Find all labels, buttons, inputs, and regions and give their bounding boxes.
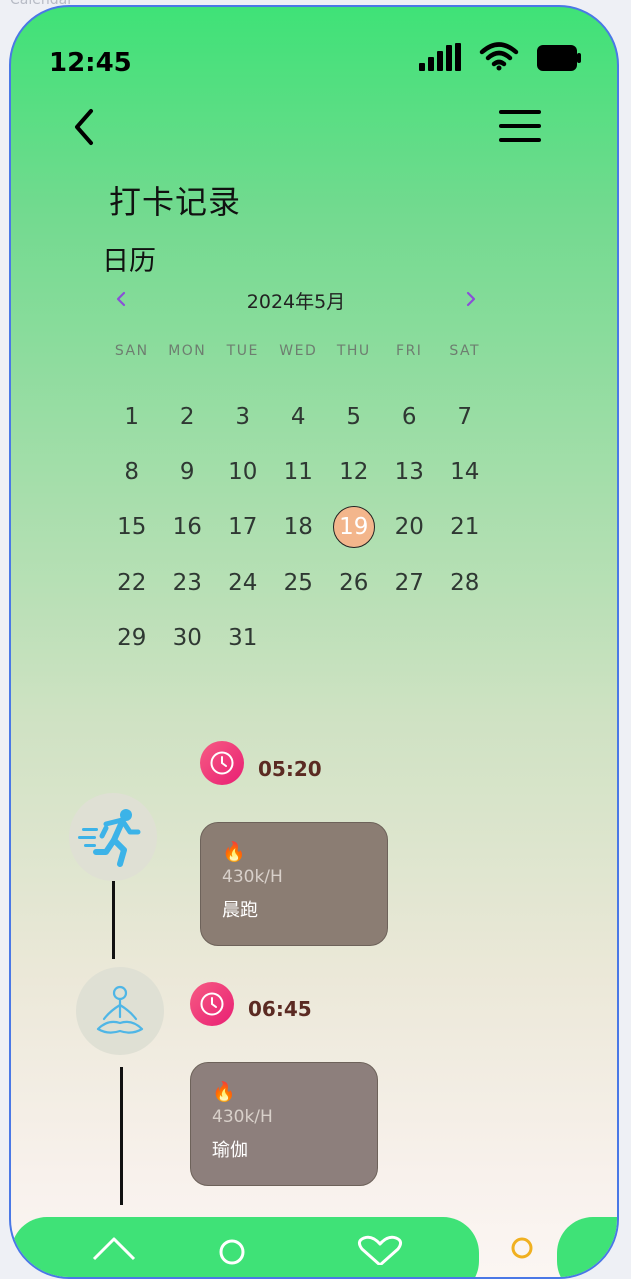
- calendar-day[interactable]: 21: [437, 500, 493, 555]
- heart-icon: [357, 1235, 403, 1267]
- calendar-day[interactable]: 17: [215, 500, 271, 555]
- profile-icon: [511, 1237, 533, 1259]
- calendar-day[interactable]: 13: [382, 444, 438, 499]
- running-icon: [78, 809, 141, 867]
- clock-icon: [190, 982, 234, 1026]
- bottom-tab-bar: [11, 1217, 479, 1277]
- calendar-day[interactable]: 9: [160, 444, 216, 499]
- calendar-day[interactable]: 27: [382, 555, 438, 610]
- timeline-line: [120, 1067, 123, 1205]
- calendar-day[interactable]: 5: [326, 389, 382, 444]
- calendar-day[interactable]: 10: [215, 444, 271, 499]
- calendar-header: 2024年5月: [107, 283, 485, 315]
- calendar-day[interactable]: 24: [215, 555, 271, 610]
- calendar-day[interactable]: 31: [215, 611, 271, 666]
- calendar-day[interactable]: 4: [271, 389, 327, 444]
- calendar-day[interactable]: 3: [215, 389, 271, 444]
- activity-avatar: [76, 967, 164, 1055]
- tab-favorites[interactable]: [356, 1235, 404, 1269]
- calendar-day[interactable]: 20: [382, 500, 438, 555]
- calendar-grid: 1 2 3 4 5 6 7 8 9 10 11 12 13 14 15 16 1…: [104, 389, 493, 666]
- calendar-day[interactable]: 18: [271, 500, 327, 555]
- status-time: 12:45: [49, 48, 132, 78]
- record-time: 05:20: [258, 757, 322, 781]
- calendar-day[interactable]: 29: [104, 611, 160, 666]
- calendar-day[interactable]: 25: [271, 555, 327, 610]
- user-icon: [219, 1239, 245, 1265]
- calendar-day[interactable]: 12: [326, 444, 382, 499]
- calendar-day[interactable]: 15: [104, 500, 160, 555]
- calendar-day[interactable]: 26: [326, 555, 382, 610]
- weekday-label: WED: [279, 343, 318, 359]
- weekday-label: FRI: [396, 343, 423, 359]
- timeline-line: [112, 881, 115, 959]
- calendar-day[interactable]: 11: [271, 444, 327, 499]
- record-activity: 晨跑: [222, 900, 258, 921]
- calendar-day[interactable]: 22: [104, 555, 160, 610]
- selected-day-label: 19: [332, 506, 375, 549]
- record-card[interactable]: 🔥 430k/H 晨跑: [200, 822, 388, 946]
- calendar-heading: 日历: [102, 246, 156, 277]
- weekday-label: SAN: [114, 343, 149, 359]
- calendar-day[interactable]: 7: [437, 389, 493, 444]
- fire-icon: 🔥: [222, 841, 246, 863]
- wifi-icon: [479, 42, 519, 71]
- chevron-right-icon: [466, 291, 476, 307]
- next-month-button[interactable]: [465, 291, 477, 311]
- clock-icon: [200, 741, 244, 785]
- back-button[interactable]: [69, 107, 101, 151]
- record-card[interactable]: 🔥 430k/H 瑜伽: [190, 1062, 378, 1186]
- menu-button[interactable]: [499, 110, 543, 148]
- calendar-day[interactable]: 8: [104, 444, 160, 499]
- record-rate: 430k/H: [222, 867, 283, 887]
- weekday-label: THU: [336, 343, 371, 359]
- bottom-tab-bar-extra: [557, 1217, 617, 1277]
- signal-icon: [419, 43, 461, 71]
- record-activity: 瑜伽: [212, 1140, 248, 1161]
- weekday-label: MON: [168, 343, 207, 359]
- tab-user[interactable]: [217, 1237, 247, 1271]
- hamburger-menu-icon: [499, 110, 541, 142]
- weekday-label: TUE: [226, 343, 259, 359]
- status-icons: [419, 41, 581, 71]
- calendar-day[interactable]: 23: [160, 555, 216, 610]
- calendar-day[interactable]: 28: [437, 555, 493, 610]
- fire-icon: 🔥: [212, 1081, 236, 1103]
- chevron-left-icon: [75, 109, 93, 145]
- calendar-day[interactable]: 1: [104, 389, 160, 444]
- battery-icon: [537, 45, 581, 71]
- calendar-day[interactable]: 6: [382, 389, 438, 444]
- calendar-day[interactable]: 30: [160, 611, 216, 666]
- weekday-row: SAN MON TUE WED THU FRI SAT: [104, 343, 493, 359]
- yoga-icon: [96, 985, 144, 1034]
- phone-screen: 12:45 打卡记录 日历 2024年5月 SAN MON TUE WED TH…: [9, 5, 619, 1279]
- calendar-day[interactable]: 14: [437, 444, 493, 499]
- record-rate: 430k/H: [212, 1107, 273, 1127]
- home-icon: [92, 1237, 136, 1261]
- tab-profile[interactable]: [509, 1235, 535, 1269]
- calendar-day[interactable]: 16: [160, 500, 216, 555]
- page-title: 打卡记录: [109, 183, 242, 221]
- calendar-day-selected[interactable]: 19: [326, 500, 382, 555]
- weekday-label: SAT: [449, 343, 481, 359]
- record-time: 06:45: [248, 997, 312, 1021]
- tab-home[interactable]: [91, 1233, 137, 1267]
- activity-avatar: [69, 793, 157, 881]
- month-label: 2024年5月: [246, 291, 346, 313]
- calendar-day[interactable]: 2: [160, 389, 216, 444]
